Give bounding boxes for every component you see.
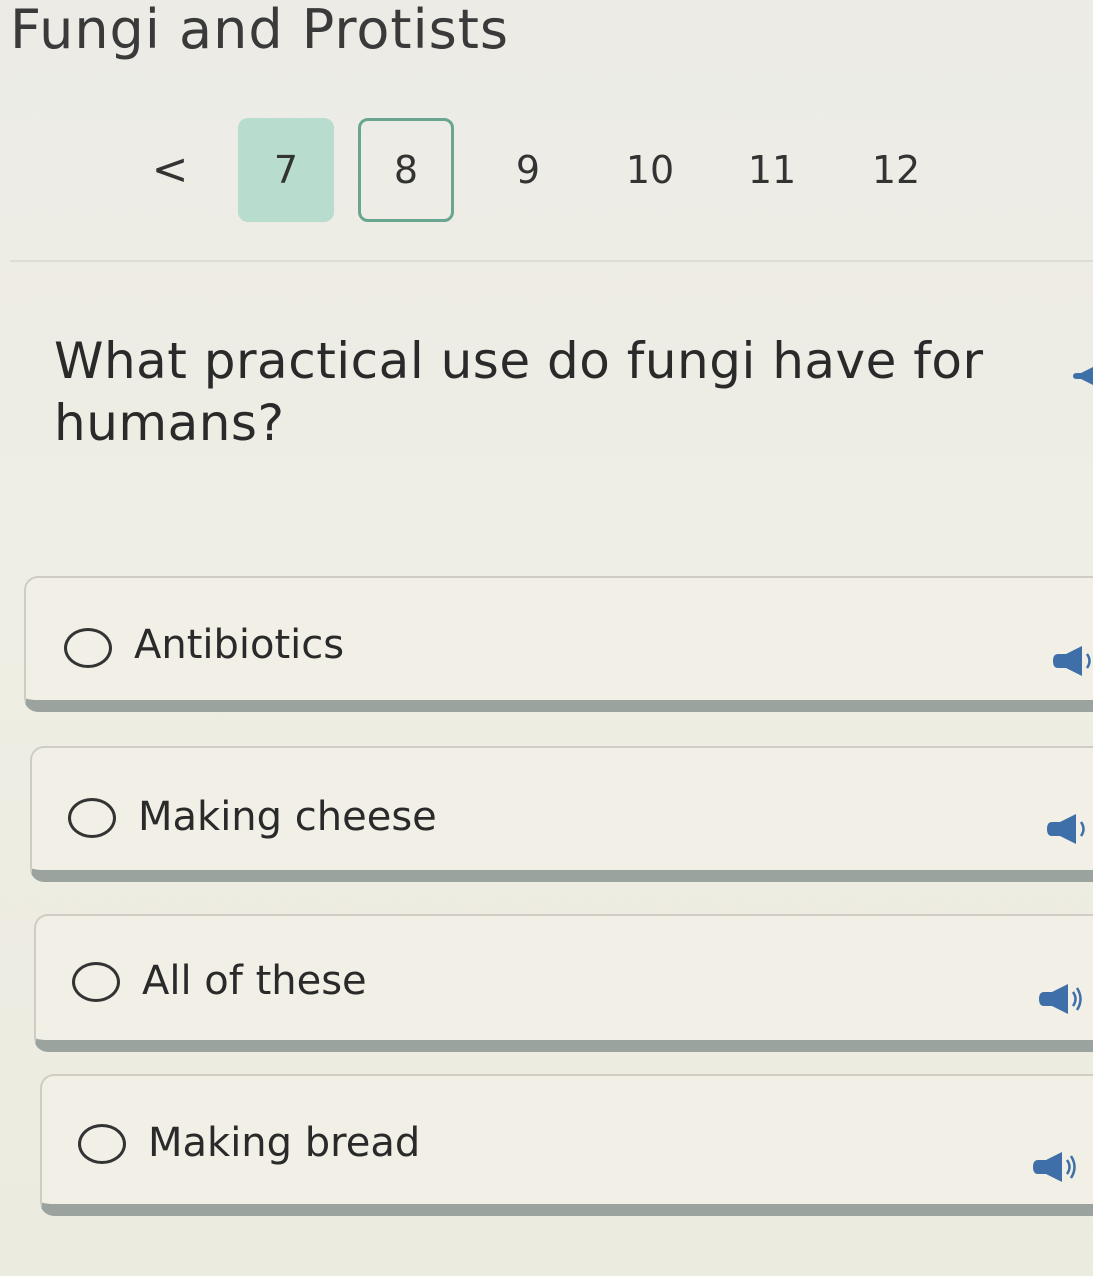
- speaker-icon[interactable]: [1052, 644, 1093, 678]
- option-label: Making cheese: [138, 794, 437, 840]
- question-text: What practical use do fungi have for hum…: [54, 332, 984, 452]
- previous-page-button[interactable]: <: [150, 148, 190, 192]
- radio-button[interactable]: [68, 798, 116, 838]
- option-label: Making bread: [148, 1120, 421, 1166]
- header-divider: [10, 260, 1093, 262]
- chevron-left-icon: <: [151, 144, 189, 195]
- option-label: Antibiotics: [134, 622, 345, 668]
- answer-option-all-of-these[interactable]: All of these: [34, 914, 1093, 1052]
- page-title: Fungi and Protists: [10, 0, 510, 61]
- question-speaker-icon[interactable]: [1073, 365, 1093, 387]
- speaker-icon[interactable]: [1032, 1150, 1076, 1184]
- page-9-button[interactable]: 9: [480, 118, 576, 222]
- page-7-button[interactable]: 7: [238, 118, 334, 222]
- page-10-button[interactable]: 10: [602, 118, 698, 222]
- answer-option-making-bread[interactable]: Making bread: [40, 1074, 1093, 1216]
- answer-option-making-cheese[interactable]: Making cheese: [30, 746, 1093, 882]
- answer-option-antibiotics[interactable]: Antibiotics: [24, 576, 1093, 712]
- speaker-icon[interactable]: [1046, 812, 1090, 846]
- page-11-button[interactable]: 11: [724, 118, 820, 222]
- radio-button[interactable]: [64, 628, 112, 668]
- page-8-button[interactable]: 8: [358, 118, 454, 222]
- radio-button[interactable]: [72, 962, 120, 1002]
- question-pager: < 7 8 9 10 11 12: [0, 110, 1093, 230]
- page-12-button[interactable]: 12: [848, 118, 944, 222]
- option-label: All of these: [142, 958, 367, 1004]
- speaker-icon[interactable]: [1038, 982, 1082, 1016]
- radio-button[interactable]: [78, 1124, 126, 1164]
